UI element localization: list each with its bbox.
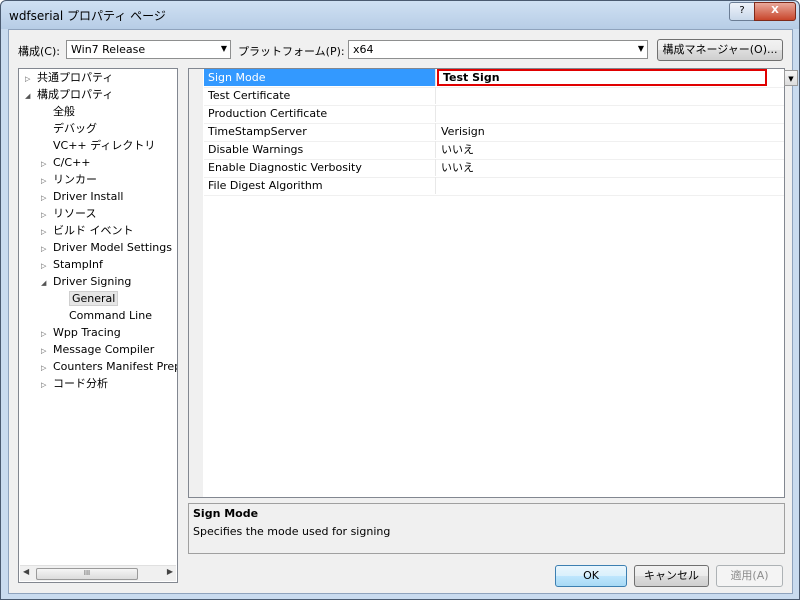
tree-item-label: Command Line <box>69 309 152 322</box>
tree-item-resources[interactable]: ▷ リソース <box>41 205 96 222</box>
description-text: Specifies the mode used for signing <box>193 525 391 538</box>
property-value[interactable]: いいえ <box>437 141 782 158</box>
cancel-button[interactable]: キャンセル <box>634 565 709 587</box>
property-name[interactable]: File Digest Algorithm <box>204 177 436 194</box>
tree-item-label: ビルド イベント <box>53 224 134 237</box>
tree-item-label: 構成プロパティ <box>37 88 114 101</box>
property-name[interactable]: Test Certificate <box>204 87 436 104</box>
tree-item-cpp[interactable]: ▷ C/C++ <box>41 154 91 171</box>
tree-item-label: VC++ ディレクトリ <box>53 139 156 152</box>
config-label: 構成(C): <box>18 45 60 58</box>
chevron-down-icon[interactable]: ▼ <box>784 70 798 86</box>
property-value[interactable] <box>437 87 782 104</box>
property-grid[interactable]: Sign Mode Test Sign ▼ Test Certificate P… <box>188 68 798 498</box>
config-value: Win7 Release <box>71 43 146 56</box>
property-row-production-certificate[interactable]: Production Certificate <box>204 105 784 124</box>
property-row-diagnostic-verbosity[interactable]: Enable Diagnostic Verbosity いいえ <box>204 159 784 178</box>
expand-icon[interactable]: ▷ <box>41 377 53 394</box>
tree-item-label: Driver Model Settings <box>53 241 172 254</box>
apply-button[interactable]: 適用(A) <box>716 565 783 587</box>
properties-dialog: wdfserial プロパティ ページ ? X 構成(C): Win7 Rele… <box>0 0 800 600</box>
description-title: Sign Mode <box>193 507 259 520</box>
tree-item-wpp-tracing[interactable]: ▷ Wpp Tracing <box>41 324 121 341</box>
tree-item-driver-model-settings[interactable]: ▷ Driver Model Settings <box>41 239 172 256</box>
property-name[interactable]: Enable Diagnostic Verbosity <box>204 159 436 176</box>
tree-item-vc-directories[interactable]: VC++ ディレクトリ <box>41 137 155 154</box>
tree-item-driver-install[interactable]: ▷ Driver Install <box>41 188 123 205</box>
tree-item-label: Message Compiler <box>53 343 155 356</box>
description-panel: Sign Mode Specifies the mode used for si… <box>188 503 785 554</box>
property-value[interactable]: Verisign <box>437 123 782 140</box>
tree-item-label: Driver Signing <box>53 275 132 288</box>
property-name[interactable]: Production Certificate <box>204 105 436 122</box>
collapse-icon[interactable]: ◢ <box>41 275 53 292</box>
tree-item-label: コード分析 <box>53 377 108 390</box>
platform-combo[interactable]: x64 ▼ <box>348 40 648 59</box>
tree-item-build-events[interactable]: ▷ ビルド イベント <box>41 222 134 239</box>
tree-item-common-properties[interactable]: ▷ 共通プロパティ <box>25 69 113 86</box>
config-manager-button[interactable]: 構成マネージャー(O)... <box>657 39 783 61</box>
property-row-sign-mode[interactable]: Sign Mode Test Sign ▼ <box>204 69 798 88</box>
tree-item-label: デバッグ <box>53 122 97 135</box>
tree-item-label: 全般 <box>53 105 75 118</box>
tree-item-counters-manifest[interactable]: ▷ Counters Manifest Prepr <box>41 358 178 375</box>
tree-item-code-analysis[interactable]: ▷ コード分析 <box>41 375 108 392</box>
tree-item-label: General <box>69 291 119 306</box>
title-bar[interactable]: wdfserial プロパティ ページ ? X <box>1 1 799 29</box>
property-name[interactable]: TimeStampServer <box>204 123 436 140</box>
tree-item-label: Driver Install <box>53 190 124 203</box>
scroll-thumb[interactable]: III <box>36 568 138 580</box>
collapse-icon[interactable]: ◢ <box>25 88 37 105</box>
dialog-body: 構成(C): Win7 Release ▼ プラットフォーム(P): x64 ▼… <box>8 29 798 594</box>
help-button[interactable]: ? <box>729 2 755 21</box>
platform-value: x64 <box>353 43 374 56</box>
window-title: wdfserial プロパティ ページ <box>9 9 166 23</box>
tree-item-general[interactable]: 全般 <box>41 103 75 120</box>
tree-item-label: リソース <box>53 207 97 220</box>
tree-item-label: リンカー <box>53 173 97 186</box>
property-value[interactable]: Test Sign <box>437 69 767 86</box>
tree-item-label: Wpp Tracing <box>53 326 121 339</box>
tree-item-label: Counters Manifest Prepr <box>53 360 178 373</box>
property-name[interactable]: Disable Warnings <box>204 141 436 158</box>
config-combo[interactable]: Win7 Release ▼ <box>66 40 231 59</box>
tree-horizontal-scrollbar[interactable]: ◀ III ▶ <box>20 565 176 581</box>
tree-item-label: StampInf <box>53 258 103 271</box>
property-row-test-certificate[interactable]: Test Certificate <box>204 87 784 106</box>
platform-label: プラットフォーム(P): <box>238 45 345 58</box>
scroll-right-icon[interactable]: ▶ <box>167 567 173 576</box>
tree-item-debug[interactable]: デバッグ <box>41 120 97 137</box>
tree-item-driver-signing[interactable]: ◢ Driver Signing <box>41 273 131 290</box>
tree-item-config-properties[interactable]: ◢ 構成プロパティ <box>25 86 113 103</box>
property-row-disable-warnings[interactable]: Disable Warnings いいえ <box>204 141 784 160</box>
scroll-left-icon[interactable]: ◀ <box>23 567 29 576</box>
tree-item-label: 共通プロパティ <box>37 71 114 84</box>
property-row-timestamp-server[interactable]: TimeStampServer Verisign <box>204 123 784 142</box>
tree-item-command-line[interactable]: Command Line <box>57 307 152 324</box>
tree-item-label: C/C++ <box>53 156 91 169</box>
property-value[interactable] <box>437 105 782 122</box>
close-button[interactable]: X <box>754 2 796 21</box>
property-row-file-digest-algorithm[interactable]: File Digest Algorithm <box>204 177 784 196</box>
property-value[interactable]: いいえ <box>437 159 782 176</box>
tree-item-stampinf[interactable]: ▷ StampInf <box>41 256 103 273</box>
grid-margin <box>189 69 203 497</box>
property-value[interactable] <box>437 177 782 194</box>
chevron-down-icon: ▼ <box>637 44 644 53</box>
tree-item-driver-signing-general[interactable]: General <box>57 290 119 307</box>
chevron-down-icon: ▼ <box>220 44 227 53</box>
property-name[interactable]: Sign Mode <box>204 69 436 86</box>
category-tree[interactable]: ▷ 共通プロパティ ◢ 構成プロパティ 全般 デバッグ VC++ ディレクトリ ▷ C… <box>18 68 178 583</box>
tree-item-linker[interactable]: ▷ リンカー <box>41 171 97 188</box>
ok-button[interactable]: OK <box>555 565 627 587</box>
tree-item-message-compiler[interactable]: ▷ Message Compiler <box>41 341 154 358</box>
